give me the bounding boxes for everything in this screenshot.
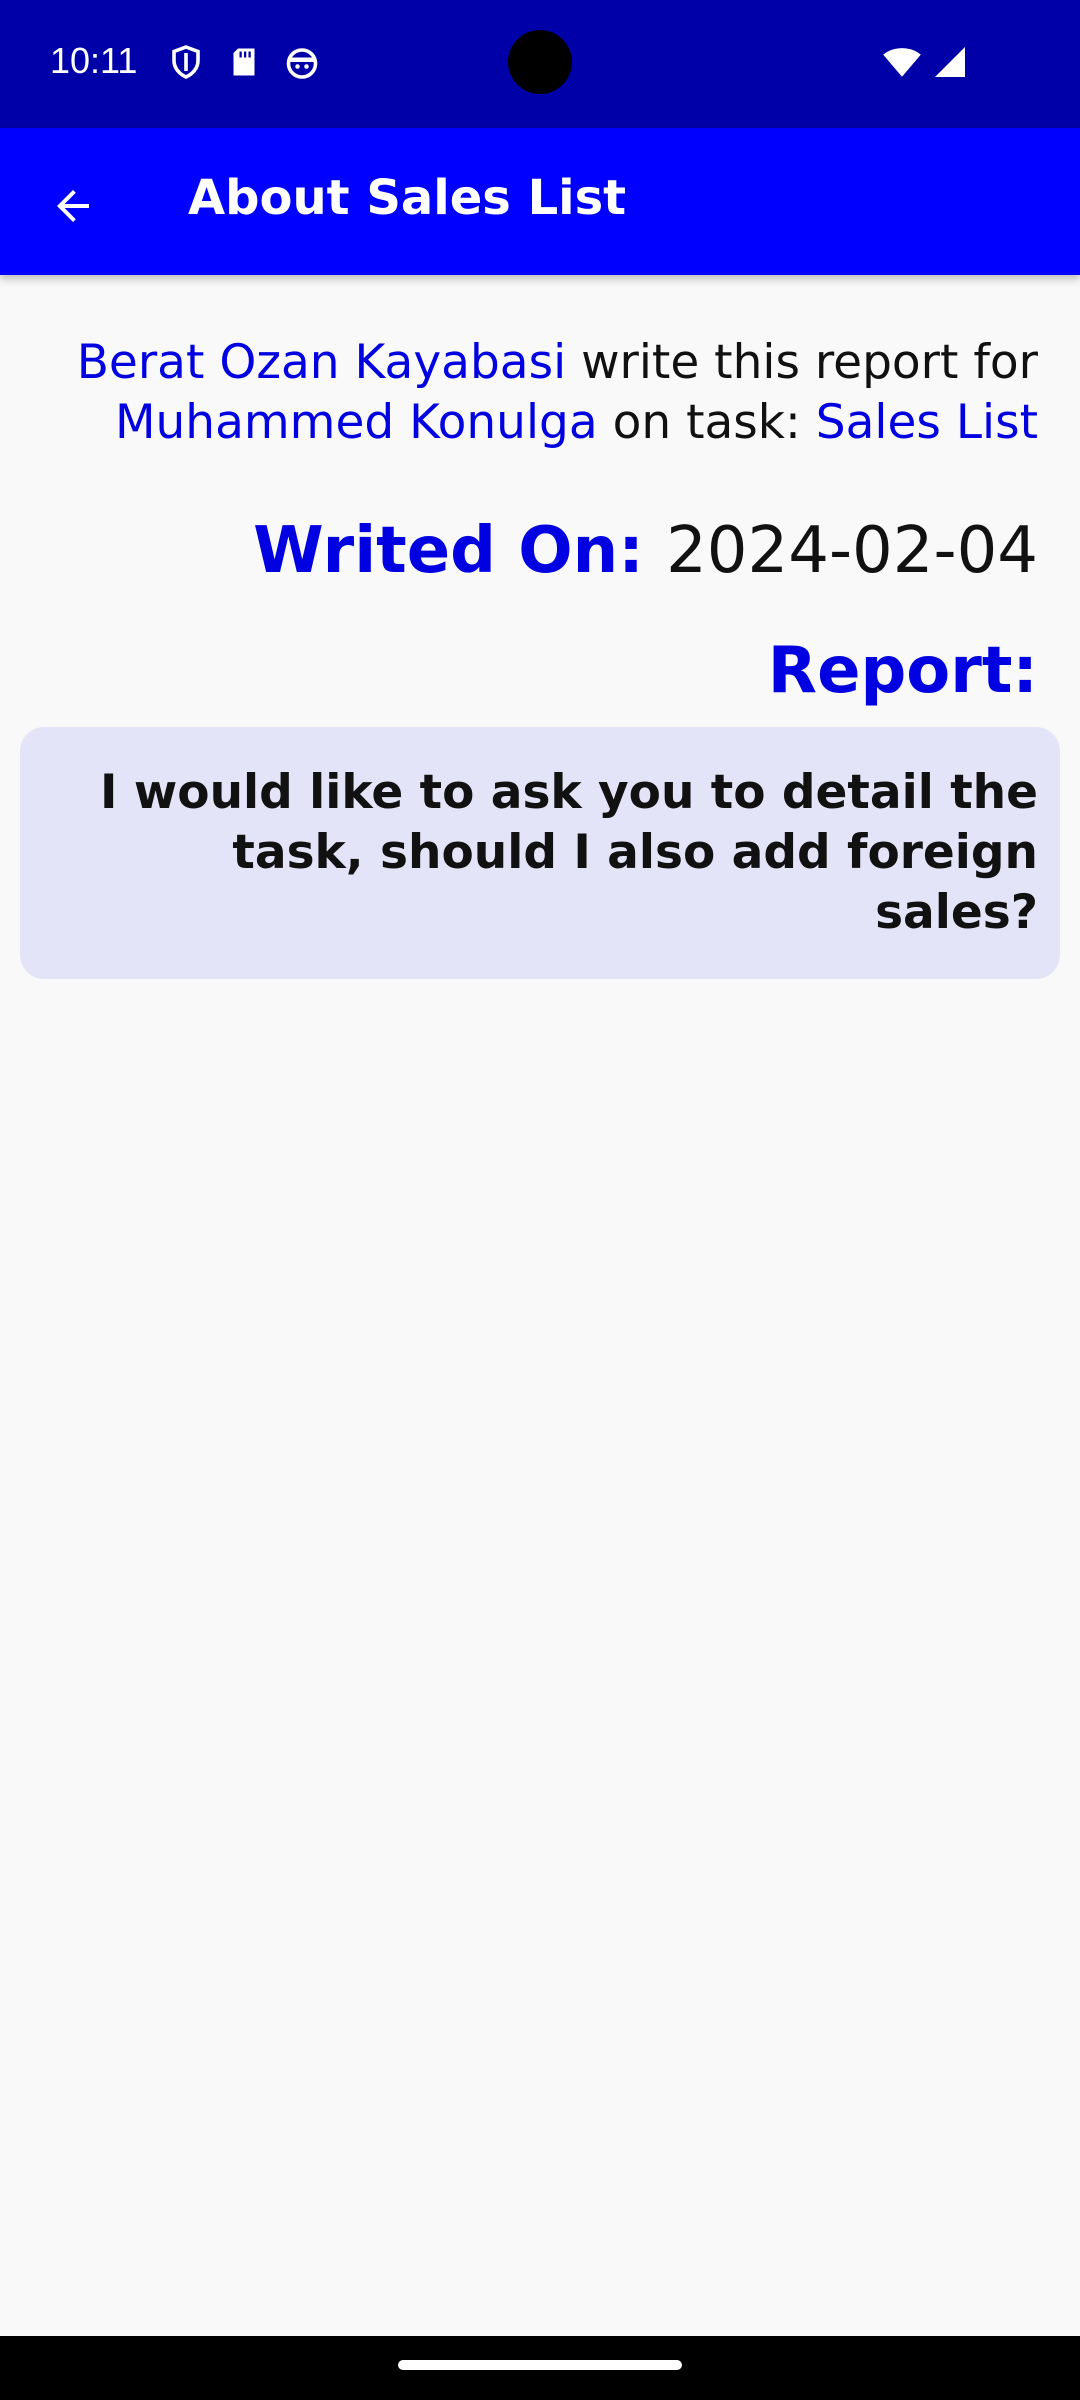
writed-on-label: Writed On: [253,514,667,588]
sd-card-icon [226,44,262,80]
report-content: Berat Ozan Kayabasi write this report fo… [20,275,1060,979]
arrow-left-icon [57,190,89,222]
page-title: About Sales List [188,170,627,226]
recipient-name: Muhammed Konulga [114,395,598,450]
android-face-icon [284,44,320,80]
camera-cutout [508,30,572,94]
status-icons-left [168,44,320,80]
status-time: 10:11 [50,40,138,81]
writed-on-row: Writed On: 2024-02-04 [20,511,1060,591]
status-icons-right [882,44,968,84]
app-bar: About Sales List [0,128,1080,275]
shield-icon [168,44,204,80]
author-name: Berat Ozan Kayabasi [76,335,567,390]
wifi-icon [882,44,922,84]
task-name: Sales List [815,395,1038,450]
report-body: I would like to ask you to detail the ta… [20,727,1060,979]
intro-task-text: on task: [597,395,816,450]
back-button[interactable] [30,163,116,249]
status-bar: 10:11 [0,0,1080,128]
home-gesture-handle[interactable] [398,2360,682,2370]
report-intro: Berat Ozan Kayabasi write this report fo… [20,333,1060,453]
writed-on-date: 2024-02-04 [666,514,1038,588]
signal-icon [932,44,968,84]
report-label: Report: [767,634,1038,708]
intro-write-text: write this report for [566,335,1038,390]
navigation-bar [0,2336,1080,2400]
